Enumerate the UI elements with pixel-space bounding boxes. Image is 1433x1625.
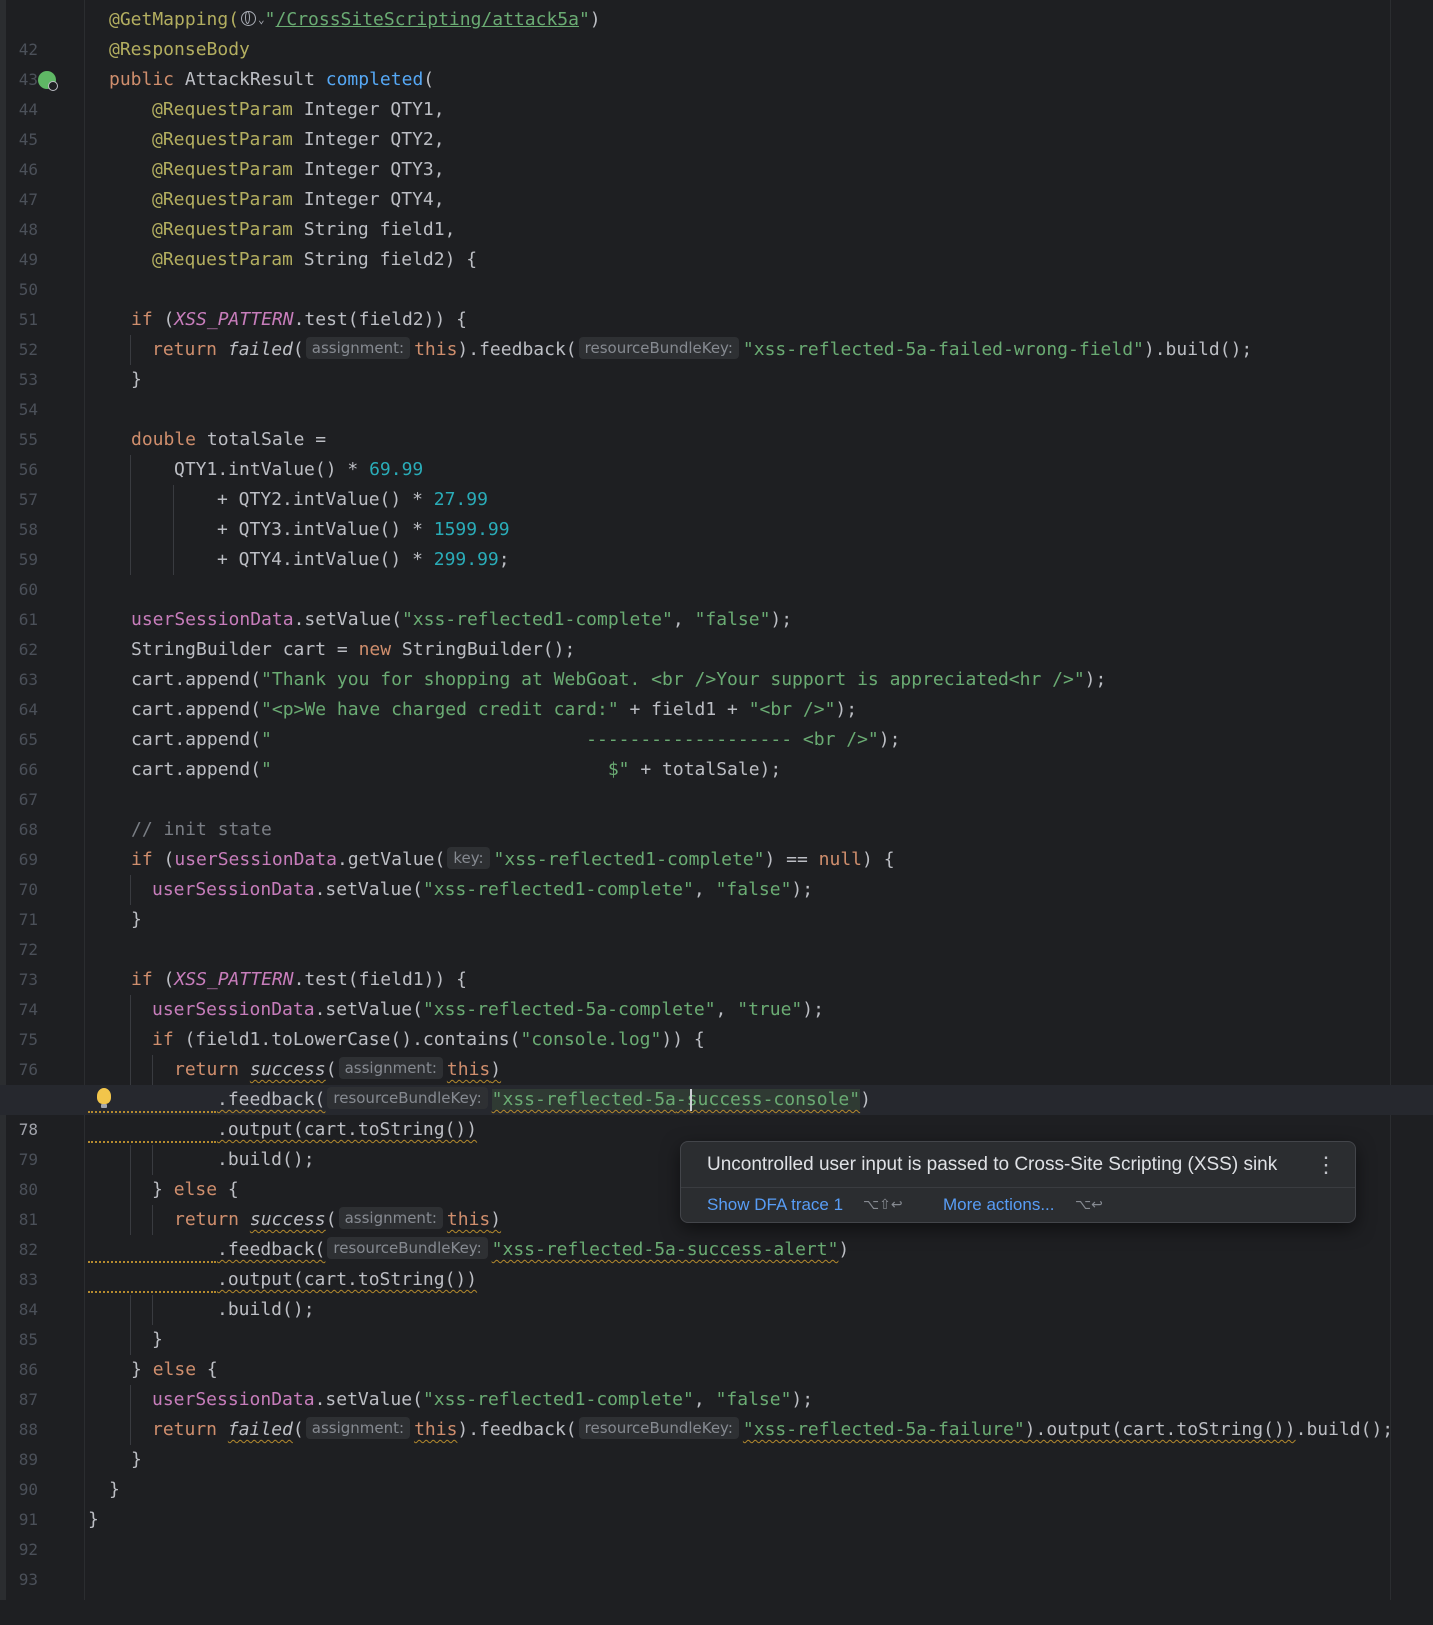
code-line[interactable]: 51: [0, 275, 1433, 329]
code-line[interactable]: 63 StringBuilder cart = new StringBuilde…: [0, 635, 1433, 689]
mapping-url-link[interactable]: /CrossSiteScripting/attack5a: [276, 9, 579, 30]
code-line[interactable]: 65 cart.append("<p>We have charged credi…: [0, 695, 1433, 749]
code-line[interactable]: 75 userSessionData.setValue("xss-reflect…: [0, 995, 1433, 1049]
code-line[interactable]: 64 cart.append("Thank you for shopping a…: [0, 665, 1433, 719]
code-line[interactable]: 66 cart.append(" ------------------- <br…: [0, 725, 1433, 779]
inlay-hint: resourceBundleKey:: [327, 1087, 488, 1109]
show-dfa-trace-link[interactable]: Show DFA trace 1: [707, 1195, 843, 1215]
code-line[interactable]: 56 double totalSale =: [0, 425, 1433, 479]
code-line[interactable]: 54 }: [0, 365, 1433, 419]
popup-divider: [681, 1187, 1355, 1188]
shortcut-hint: ⌥↩: [1075, 1197, 1103, 1213]
inlay-hint: assignment:: [305, 337, 411, 359]
code-line[interactable]: 84 .output(cart.toString()): [0, 1265, 1433, 1319]
code-line[interactable]: 49 @RequestParam String field1,: [0, 215, 1433, 269]
code-line[interactable]: 74 if (XSS_PATTERN.test(field1)) {: [0, 965, 1433, 1019]
code-line[interactable]: 42 @GetMapping(⌄"/CrossSiteScripting/att…: [0, 5, 1433, 59]
current-code-line[interactable]: 78 .feedback(resourceBundleKey: "xss-refl…: [0, 1085, 1433, 1139]
code-line[interactable]: 48 @RequestParam Integer QTY4,: [0, 185, 1433, 239]
inlay-hint: assignment:: [305, 1417, 411, 1439]
inlay-hint: resourceBundleKey:: [578, 337, 739, 359]
chevron-down-icon[interactable]: ⌄: [258, 13, 265, 26]
code-line[interactable]: 62 userSessionData.setValue("xss-reflect…: [0, 605, 1433, 659]
code-comment: // init state: [131, 819, 272, 840]
code-line[interactable]: 72 }: [0, 905, 1433, 959]
code-line[interactable]: 87 } else {: [0, 1355, 1433, 1409]
code-line[interactable]: 71 userSessionData.setValue("xss-reflect…: [0, 875, 1433, 929]
endpoint-run-icon[interactable]: [38, 71, 58, 91]
code-editor[interactable]: 42 @GetMapping(⌄"/CrossSiteScripting/att…: [0, 0, 1433, 1600]
inlay-hint: assignment:: [338, 1057, 443, 1079]
globe-icon[interactable]: [241, 11, 257, 26]
code-line[interactable]: 45 @RequestParam Integer QTY1,: [0, 95, 1433, 149]
code-line[interactable]: 83 .feedback(resourceBundleKey: "xss-refl…: [0, 1235, 1433, 1289]
lightbulb-icon[interactable]: [97, 1088, 111, 1108]
code-line[interactable]: 92 }: [0, 1505, 1433, 1559]
code-line[interactable]: 50 @RequestParam String field2) {: [0, 245, 1433, 299]
code-line[interactable]: 86 }: [0, 1325, 1433, 1379]
more-actions-link[interactable]: More actions...: [943, 1195, 1055, 1215]
code-line[interactable]: 59 + QTY3.intValue() * 1599.99: [0, 515, 1433, 569]
code-line[interactable]: 52 if (XSS_PATTERN.test(field2)) {: [0, 305, 1433, 359]
code-line[interactable]: 93: [0, 1535, 1433, 1589]
code-line[interactable]: 60 + QTY4.intValue() * 299.99;: [0, 545, 1433, 599]
inlay-hint: key:: [447, 847, 490, 869]
code-line[interactable]: 58 + QTY2.intValue() * 27.99: [0, 485, 1433, 539]
code-line[interactable]: 69 // init state: [0, 815, 1433, 869]
code-line[interactable]: 91 }: [0, 1475, 1433, 1529]
code-line[interactable]: 77 return success(assignment:this): [0, 1055, 1433, 1109]
code-line[interactable]: 46 @RequestParam Integer QTY2,: [0, 125, 1433, 179]
code-line[interactable]: 68: [0, 785, 1433, 839]
code-line[interactable]: 85 .build();: [0, 1295, 1433, 1349]
code-line[interactable]: 44 public AttackResult completed(: [0, 65, 1433, 119]
inlay-hint: assignment:: [338, 1207, 443, 1229]
code-line[interactable]: 57 QTY1.intValue() * 69.99: [0, 455, 1433, 509]
code-line[interactable]: 90 }: [0, 1445, 1433, 1499]
code-line[interactable]: 88 userSessionData.setValue("xss-reflect…: [0, 1385, 1433, 1439]
more-vertical-icon[interactable]: ⋮: [1315, 1152, 1337, 1178]
inspection-popup[interactable]: Uncontrolled user input is passed to Cro…: [680, 1141, 1356, 1223]
inspection-message: Uncontrolled user input is passed to Cro…: [707, 1154, 1278, 1175]
code-line[interactable]: 70 if (userSessionData.getValue(key: "xss…: [0, 845, 1433, 899]
code-line[interactable]: 43 @ResponseBody: [0, 35, 1433, 89]
code-line[interactable]: 76 if (field1.toLowerCase().contains("co…: [0, 1025, 1433, 1079]
code-line[interactable]: 61: [0, 575, 1433, 629]
line-number: 93: [18, 1570, 38, 1589]
code-line[interactable]: 89 return failed(assignment: this).feedba…: [0, 1415, 1433, 1469]
code-line[interactable]: 47 @RequestParam Integer QTY3,: [0, 155, 1433, 209]
code-line[interactable]: 53 return failed(assignment: this).feedba…: [0, 335, 1433, 389]
code-line[interactable]: 67 cart.append(" $" + totalSale);: [0, 755, 1433, 809]
code-line[interactable]: 55: [0, 395, 1433, 449]
text-cursor: [690, 1089, 692, 1111]
shortcut-hint: ⌥⇧↩: [863, 1197, 903, 1213]
code-line[interactable]: 73: [0, 935, 1433, 989]
inlay-hint: resourceBundleKey:: [578, 1417, 739, 1439]
inlay-hint: resourceBundleKey:: [327, 1237, 488, 1259]
